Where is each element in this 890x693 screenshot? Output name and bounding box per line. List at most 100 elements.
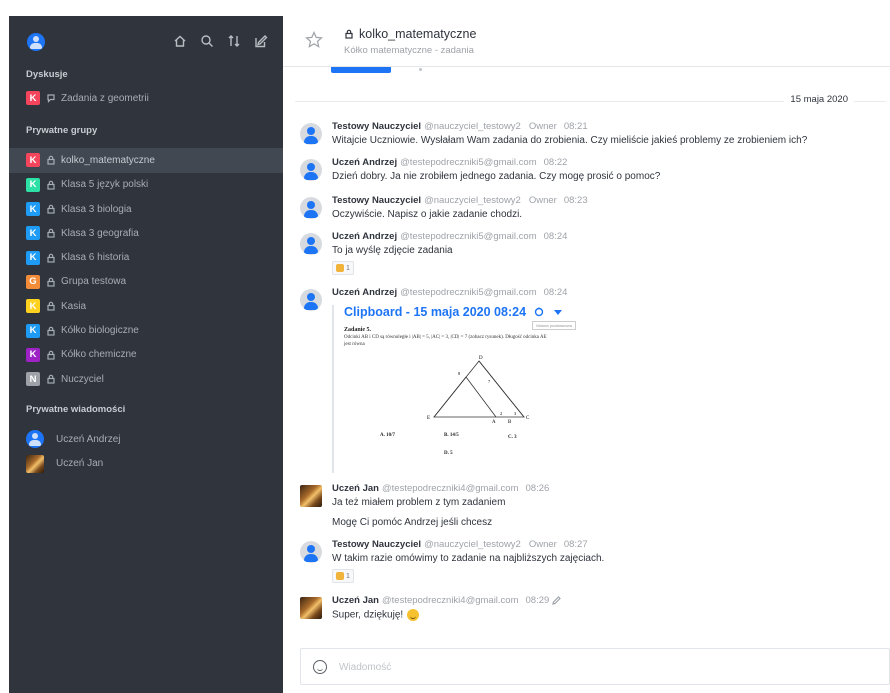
- sidebar-item-klasa-5-jezyk-polski[interactable]: K Klasa 5 język polski: [9, 173, 283, 197]
- author-username: @nauczyciel_testowy2: [424, 539, 521, 550]
- sidebar-item-klasa-6-historia[interactable]: K Klasa 6 historia: [9, 245, 283, 269]
- sidebar-item-label: Kółko chemiczne: [61, 349, 137, 361]
- message-text: Ja też miałem problem z tym zadaniem: [332, 497, 506, 508]
- author-username: @testepodreczniki4@gmail.com: [382, 483, 519, 494]
- room-badge: K: [26, 177, 40, 192]
- message-header: Uczeń Andrzej @testepodreczniki5@gmail.co…: [332, 287, 567, 298]
- message-input[interactable]: [339, 658, 839, 676]
- room-header: kolko_matematyczne Kółko matematyczne - …: [283, 16, 890, 67]
- sidebar-item-nuczyciel[interactable]: N Nuczyciel: [9, 367, 283, 391]
- point-label-a: A: [492, 420, 496, 423]
- message[interactable]: Testowy Nauczyciel @nauczyciel_testowy2 Ow…: [300, 121, 880, 151]
- message-text: Mogę Ci pomóc Andrzej jeśli chcesz: [332, 517, 493, 528]
- triangle-figure: E D C A B 8 7 2 3: [427, 356, 530, 423]
- attachment-image[interactable]: Zadanie 5. Matura podstawowa Odcinki AB …: [344, 321, 576, 465]
- avatar[interactable]: [300, 159, 322, 181]
- point-label-d: D: [479, 356, 483, 361]
- message-time: 08:23: [563, 195, 588, 206]
- answer-a: A. 10/7: [380, 433, 395, 438]
- message-text-content: Super, dziękuję!: [332, 609, 404, 621]
- sidebar-item-uczen-andrzej[interactable]: Uczeń Andrzej: [9, 427, 283, 451]
- emoji-picker-icon[interactable]: [313, 660, 327, 674]
- message[interactable]: Uczeń Andrzej @testepodreczniki5@gmail.co…: [300, 231, 880, 277]
- sidebar-item-label: Grupa testowa: [61, 276, 127, 288]
- room-badge: G: [26, 274, 40, 289]
- message[interactable]: Uczeń Jan @testepodreczniki4@gmail.com 08:…: [300, 483, 880, 531]
- author-username: @nauczyciel_testowy2: [424, 121, 521, 132]
- sidebar-item-label: Zadania z geometrii: [61, 92, 149, 104]
- author-name[interactable]: Uczeń Andrzej: [332, 231, 397, 242]
- author-name[interactable]: Testowy Nauczyciel: [332, 121, 421, 132]
- sidebar-item-label: Klasa 6 historia: [61, 252, 130, 264]
- avatar[interactable]: [300, 485, 322, 507]
- answer-b: B. 14/5: [444, 433, 459, 438]
- author-username: @testepodreczniki5@gmail.com: [400, 231, 537, 242]
- sidebar-item-kolko-matematyczne[interactable]: K kolko_matematyczne: [9, 148, 283, 173]
- lock-icon: [46, 180, 56, 190]
- message-time: 08:24: [543, 287, 568, 298]
- sidebar-item-kolko-biologiczne[interactable]: K Kółko biologiczne: [9, 318, 283, 342]
- author-username: @nauczyciel_testowy2: [424, 195, 521, 206]
- author-name[interactable]: Uczeń Jan: [332, 483, 379, 494]
- message-composer: [300, 648, 890, 685]
- sidebar-item-kolko-chemiczne[interactable]: K Kółko chemiczne: [9, 343, 283, 367]
- message-time: 08:21: [563, 121, 588, 132]
- role-badge: Owner: [528, 539, 557, 550]
- segment-label: 8: [458, 371, 461, 376]
- author-name[interactable]: Uczeń Jan: [332, 595, 379, 606]
- sidebar-item-zadania-z-geometrii[interactable]: K Zadania z geometrii: [9, 86, 283, 110]
- avatar[interactable]: [300, 289, 322, 311]
- message[interactable]: Uczeń Jan @testepodreczniki4@gmail.com 08:…: [300, 595, 880, 629]
- message[interactable]: Uczeń Andrzej @testepodreczniki5@gmail.co…: [300, 287, 880, 477]
- doc-text: jest równa: [344, 342, 365, 347]
- reaction-count: 1: [346, 572, 350, 580]
- message-header: Uczeń Andrzej @testepodreczniki5@gmail.co…: [332, 231, 567, 242]
- search-icon[interactable]: [198, 32, 215, 49]
- author-name[interactable]: Testowy Nauczyciel: [332, 195, 421, 206]
- sidebar-item-label: Kółko biologiczne: [61, 325, 139, 337]
- message[interactable]: Testowy Nauczyciel @nauczyciel_testowy2 Ow…: [300, 195, 880, 225]
- lock-icon: [46, 155, 56, 166]
- avatar[interactable]: [300, 541, 322, 563]
- sidebar: Dyskusje K Zadania z geometrii Prywatne …: [9, 16, 283, 693]
- message-time: 08:26: [525, 483, 550, 494]
- message[interactable]: Uczeń Andrzej @testepodreczniki5@gmail.co…: [300, 157, 880, 187]
- truncated-button[interactable]: [331, 67, 391, 73]
- sidebar-item-klasa-3-biologia[interactable]: K Klasa 3 biologia: [9, 197, 283, 221]
- role-badge: Owner: [528, 121, 557, 132]
- message[interactable]: Testowy Nauczyciel @nauczyciel_testowy2 Ow…: [300, 539, 880, 585]
- avatar[interactable]: [300, 197, 322, 219]
- star-icon[interactable]: [305, 31, 323, 49]
- compose-icon[interactable]: [252, 32, 269, 49]
- edited-pencil-icon: [552, 596, 562, 605]
- sidebar-item-label: Nuczyciel: [61, 373, 104, 385]
- avatar[interactable]: [300, 123, 322, 145]
- home-icon[interactable]: [171, 32, 188, 49]
- message-header: Uczeń Andrzej @testepodreczniki5@gmail.co…: [332, 157, 567, 168]
- author-name[interactable]: Uczeń Andrzej: [332, 287, 397, 298]
- sidebar-item-label: Uczeń Andrzej: [56, 433, 121, 445]
- point-label-b: B: [508, 420, 512, 423]
- user-avatar[interactable]: [27, 33, 45, 51]
- attachment-title[interactable]: Clipboard - 15 maja 2020 08:24: [344, 305, 563, 319]
- download-icon[interactable]: [534, 307, 544, 317]
- sort-icon[interactable]: [225, 32, 242, 49]
- sidebar-header: [9, 16, 283, 64]
- author-name[interactable]: Testowy Nauczyciel: [332, 539, 421, 550]
- avatar[interactable]: [300, 597, 322, 619]
- lock-icon: [46, 277, 56, 287]
- point-label-c: C: [526, 416, 530, 421]
- sidebar-item-uczen-jan[interactable]: Uczeń Jan: [9, 452, 283, 476]
- message-list[interactable]: 15 maja 2020 Testowy Nauczyciel @nauczyci…: [283, 67, 890, 633]
- author-name[interactable]: Uczeń Andrzej: [332, 157, 397, 168]
- lock-icon: [46, 326, 56, 336]
- reaction-thumbs-up[interactable]: 1: [332, 261, 354, 275]
- collapse-caret-icon[interactable]: [554, 309, 563, 315]
- sidebar-item-klasa-3-geografia[interactable]: K Klasa 3 geografia: [9, 221, 283, 245]
- message-time: 08:22: [543, 157, 568, 168]
- sidebar-item-kasia[interactable]: K Kasia: [9, 294, 283, 318]
- sidebar-item-grupa-testowa[interactable]: G Grupa testowa: [9, 270, 283, 294]
- avatar[interactable]: [300, 233, 322, 255]
- reaction-thumbs-up[interactable]: 1: [332, 569, 354, 583]
- doc-stamp: Matura podstawowa: [532, 321, 576, 330]
